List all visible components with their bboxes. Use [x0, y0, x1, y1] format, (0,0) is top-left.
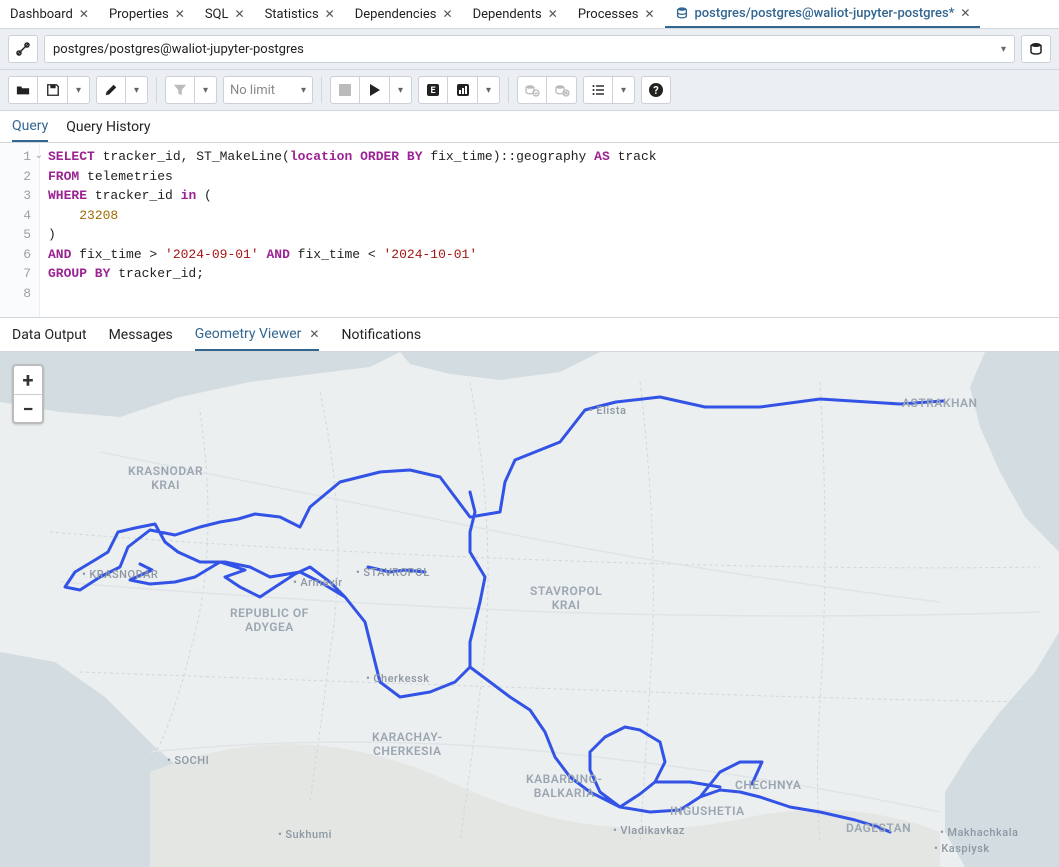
- chevron-down-icon: ▾: [486, 85, 491, 96]
- tab-messages[interactable]: Messages: [109, 320, 173, 350]
- chevron-down-icon: ▾: [1001, 44, 1006, 55]
- zoom-out-button[interactable]: −: [14, 394, 42, 422]
- close-icon[interactable]: ✕: [960, 6, 970, 20]
- tab-data-output[interactable]: Data Output: [12, 320, 87, 350]
- main-tab-strip: Dashboard✕ Properties✕ SQL✕ Statistics✕ …: [0, 0, 1059, 29]
- gps-track: [0, 352, 1059, 867]
- query-toolbar: ▾ ▾ ▾ No limit ▾ ▾ E ▾ ▾ ?: [0, 70, 1059, 111]
- zoom-control: + −: [12, 364, 44, 424]
- close-icon[interactable]: ✕: [79, 7, 89, 21]
- chevron-down-icon: ▾: [301, 85, 306, 96]
- commit-icon: [524, 83, 540, 97]
- explain-analyze-button[interactable]: [448, 76, 478, 104]
- macros-button[interactable]: [583, 76, 613, 104]
- link-off-icon: [15, 41, 31, 57]
- chevron-down-icon: ▾: [76, 85, 81, 96]
- chevron-down-icon: ▾: [134, 85, 139, 96]
- connection-status-button[interactable]: [8, 35, 38, 63]
- stop-button[interactable]: [330, 76, 360, 104]
- tab-dependencies[interactable]: Dependencies ✕: [345, 0, 463, 28]
- tab-geometry-viewer[interactable]: Geometry Viewer ✕: [195, 319, 320, 351]
- chevron-down-icon: ▾: [398, 85, 403, 96]
- connection-bar: postgres/postgres@waliot-jupyter-postgre…: [0, 29, 1059, 70]
- new-connection-button[interactable]: [1021, 35, 1051, 63]
- svg-text:?: ?: [653, 84, 659, 97]
- close-icon[interactable]: ✕: [175, 7, 185, 21]
- explain-button[interactable]: E: [418, 76, 448, 104]
- close-icon[interactable]: ✕: [644, 7, 654, 21]
- close-icon[interactable]: ✕: [548, 7, 558, 21]
- sql-editor[interactable]: 1 2 3 4 5 6 7 8 SELECT tracker_id, ST_Ma…: [0, 143, 1059, 318]
- zoom-in-button[interactable]: +: [14, 366, 42, 394]
- tab-properties[interactable]: Properties ✕: [99, 0, 195, 28]
- tab-label: SQL: [205, 7, 229, 22]
- connection-text: postgres/postgres@waliot-jupyter-postgre…: [53, 42, 304, 57]
- tab-sql[interactable]: SQL ✕: [195, 0, 255, 28]
- editor-tab-strip: Query Query History: [0, 111, 1059, 143]
- close-icon[interactable]: ✕: [309, 327, 319, 341]
- sql-code[interactable]: SELECT tracker_id, ST_MakeLine(location …: [40, 143, 665, 317]
- chevron-down-icon: ▾: [203, 85, 208, 96]
- geometry-map[interactable]: KRASNODARKRAIASTRAKHANKRASNODARREPUBLIC …: [0, 352, 1059, 867]
- edit-button[interactable]: [96, 76, 126, 104]
- tab-notifications[interactable]: Notifications: [341, 320, 421, 350]
- pencil-icon: [104, 83, 118, 97]
- database-icon: [675, 6, 689, 20]
- tab-processes[interactable]: Processes ✕: [568, 0, 665, 28]
- save-icon: [46, 83, 60, 97]
- explain-dropdown[interactable]: ▾: [478, 76, 500, 104]
- filter-dropdown[interactable]: ▾: [195, 76, 217, 104]
- rollback-button[interactable]: [547, 76, 577, 104]
- execute-button[interactable]: [360, 76, 390, 104]
- database-icon: [1028, 41, 1044, 57]
- tab-label: Dependents: [473, 7, 542, 22]
- help-icon: ?: [648, 82, 664, 98]
- macros-dropdown[interactable]: ▾: [613, 76, 635, 104]
- row-limit-label: No limit: [230, 83, 275, 98]
- tab-label: Geometry Viewer: [195, 326, 302, 342]
- close-icon[interactable]: ✕: [325, 7, 335, 21]
- connection-select[interactable]: postgres/postgres@waliot-jupyter-postgre…: [44, 35, 1015, 63]
- tab-query[interactable]: Query: [12, 112, 48, 142]
- execute-dropdown[interactable]: ▾: [390, 76, 412, 104]
- output-tab-strip: Data Output Messages Geometry Viewer ✕ No…: [0, 318, 1059, 352]
- funnel-icon: [173, 83, 187, 97]
- row-limit-select[interactable]: No limit ▾: [223, 76, 313, 104]
- svg-text:E: E: [430, 86, 435, 96]
- close-icon[interactable]: ✕: [235, 7, 245, 21]
- save-dropdown[interactable]: ▾: [68, 76, 90, 104]
- edit-dropdown[interactable]: ▾: [126, 76, 148, 104]
- tab-label: Processes: [578, 7, 639, 22]
- tab-dependents[interactable]: Dependents ✕: [463, 0, 568, 28]
- open-file-button[interactable]: [8, 76, 38, 104]
- folder-icon: [16, 83, 30, 97]
- save-button[interactable]: [38, 76, 68, 104]
- tab-label: Properties: [109, 7, 169, 22]
- commit-button[interactable]: [517, 76, 547, 104]
- close-icon[interactable]: ✕: [443, 7, 453, 21]
- line-gutter: 1 2 3 4 5 6 7 8: [0, 143, 40, 317]
- tab-label: Dashboard: [10, 7, 73, 22]
- tab-dashboard[interactable]: Dashboard ✕: [0, 0, 99, 28]
- explain-icon: E: [426, 83, 440, 97]
- tab-query-tool[interactable]: postgres/postgres@waliot-jupyter-postgre…: [665, 0, 981, 28]
- tab-statistics[interactable]: Statistics ✕: [255, 0, 345, 28]
- play-icon: [369, 84, 381, 96]
- rollback-icon: [554, 83, 570, 97]
- chart-icon: [456, 83, 470, 97]
- tab-label: Dependencies: [355, 7, 437, 22]
- help-button[interactable]: ?: [641, 76, 671, 104]
- filter-button[interactable]: [165, 76, 195, 104]
- list-icon: [591, 83, 605, 97]
- stop-icon: [339, 84, 351, 96]
- tab-query-history[interactable]: Query History: [66, 113, 150, 141]
- chevron-down-icon: ▾: [621, 85, 626, 96]
- tab-label: postgres/postgres@waliot-jupyter-postgre…: [695, 6, 955, 21]
- tab-label: Statistics: [265, 7, 319, 22]
